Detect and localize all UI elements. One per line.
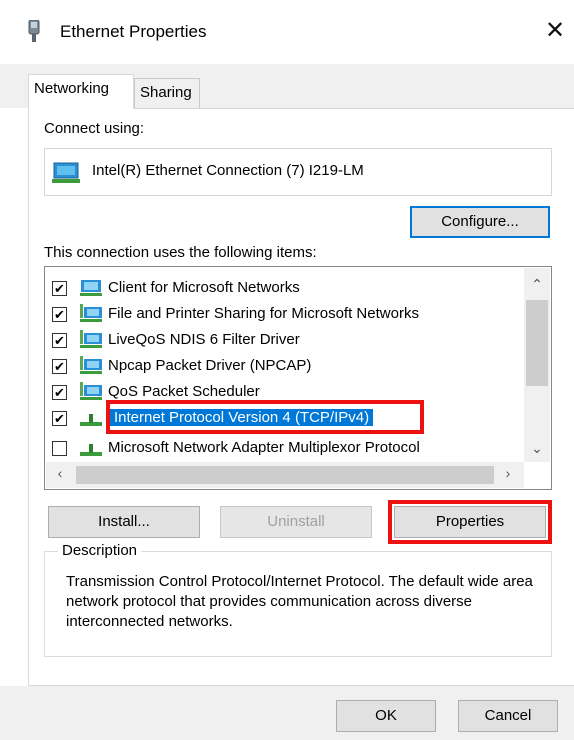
scroll-right-icon[interactable]: › <box>498 465 518 481</box>
checkbox[interactable]: ✔ <box>52 359 67 374</box>
properties-highlight-box <box>388 500 552 544</box>
list-item[interactable]: ✔ LiveQoS NDIS 6 Filter Driver <box>52 329 512 351</box>
tab-networking[interactable]: Networking <box>28 74 134 109</box>
list-item-label: QoS Packet Scheduler <box>108 383 260 400</box>
list-item-label: LiveQoS NDIS 6 Filter Driver <box>108 331 300 348</box>
protocol-icon <box>80 444 102 456</box>
list-item[interactable]: ✔ Npcap Packet Driver (NPCAP) <box>52 355 512 377</box>
configure-button[interactable]: Configure... <box>410 206 550 238</box>
list-item[interactable]: ✔ File and Printer Sharing for Microsoft… <box>52 303 512 325</box>
list-item-label: File and Printer Sharing for Microsoft N… <box>108 305 419 322</box>
tab-sharing[interactable]: Sharing <box>134 78 200 108</box>
network-service-icon <box>80 330 102 348</box>
scroll-up-icon[interactable]: ⌃ <box>527 276 547 293</box>
network-service-icon <box>80 356 102 374</box>
protocol-icon <box>80 414 102 426</box>
vertical-scroll-thumb[interactable] <box>526 300 548 386</box>
scroll-down-icon[interactable]: ⌄ <box>527 440 547 457</box>
horizontal-scroll-thumb[interactable] <box>76 466 494 484</box>
scroll-left-icon[interactable]: ‹ <box>50 465 70 481</box>
list-item[interactable]: Microsoft Network Adapter Multiplexor Pr… <box>52 437 512 459</box>
install-button[interactable]: Install... <box>48 506 200 538</box>
description-text: Transmission Control Protocol/Internet P… <box>66 573 533 630</box>
list-item-label: Npcap Packet Driver (NPCAP) <box>108 357 312 374</box>
checkbox[interactable] <box>52 441 67 456</box>
adapter-name: Intel(R) Ethernet Connection (7) I219-LM <box>92 162 364 179</box>
close-button[interactable]: ✕ <box>540 14 570 48</box>
checkbox[interactable]: ✔ <box>52 385 67 400</box>
uninstall-button[interactable]: Uninstall <box>220 506 372 538</box>
checkbox[interactable]: ✔ <box>52 411 67 426</box>
description-label: Description <box>58 542 142 559</box>
list-item-label: Microsoft Network Adapter Multiplexor Pr… <box>108 439 420 456</box>
network-service-icon <box>80 304 102 322</box>
items-label: This connection uses the following items… <box>44 244 317 261</box>
checkbox[interactable]: ✔ <box>52 281 67 296</box>
list-item[interactable]: ✔ Client for Microsoft Networks <box>52 277 512 299</box>
cancel-button[interactable]: Cancel <box>458 700 558 732</box>
network-adapter-icon <box>52 162 80 183</box>
list-item-label: Client for Microsoft Networks <box>108 279 300 296</box>
window-title: Ethernet Properties <box>60 22 207 41</box>
checkbox[interactable]: ✔ <box>52 333 67 348</box>
title-bar: Ethernet Properties ✕ <box>0 0 574 64</box>
ok-button[interactable]: OK <box>336 700 436 732</box>
network-adapter-icon <box>28 20 40 42</box>
checkbox[interactable]: ✔ <box>52 307 67 322</box>
ipv4-highlight-box <box>106 400 424 434</box>
connect-using-label: Connect using: <box>44 120 145 137</box>
network-service-icon <box>80 382 102 400</box>
network-client-icon <box>80 280 102 296</box>
